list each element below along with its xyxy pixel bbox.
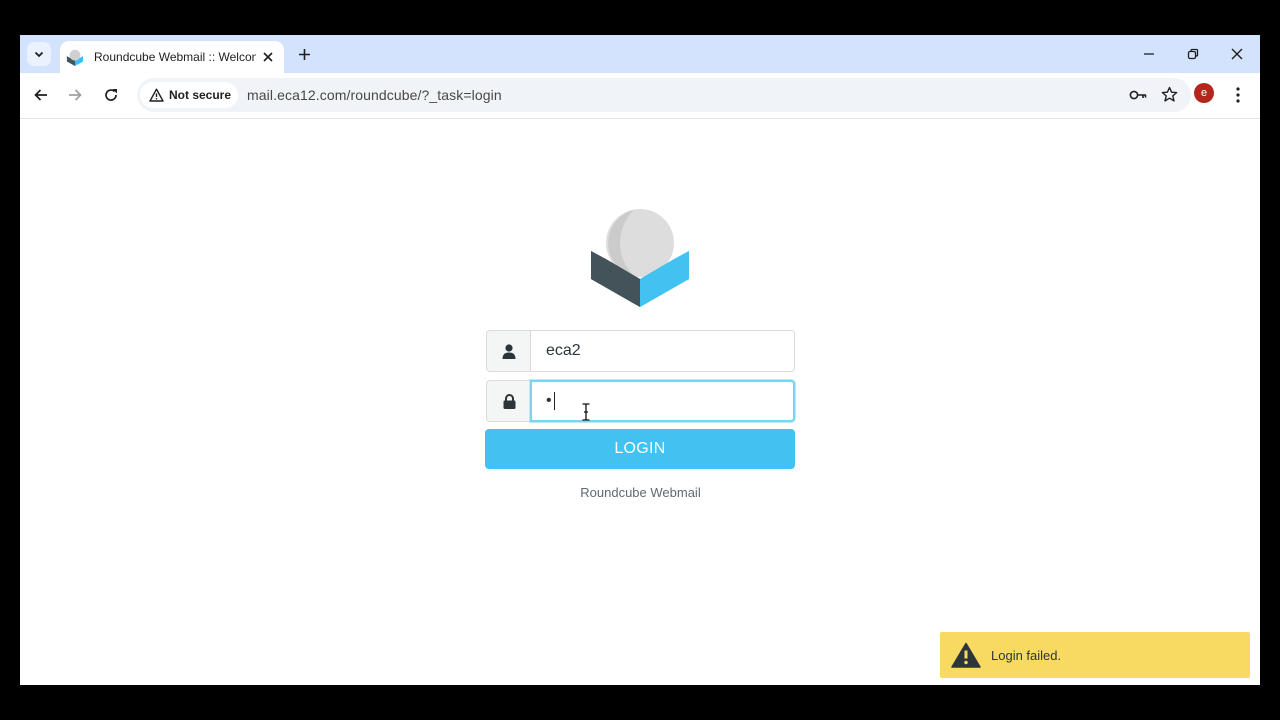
close-window-button[interactable] xyxy=(1226,43,1248,65)
chevron-down-icon xyxy=(34,51,44,58)
profile-avatar[interactable]: e xyxy=(1194,83,1214,103)
restore-button[interactable] xyxy=(1182,43,1204,65)
text-cursor-icon xyxy=(582,403,590,421)
tab-search-button[interactable] xyxy=(27,42,51,66)
user-icon xyxy=(502,343,516,359)
back-button[interactable] xyxy=(30,84,52,106)
password-input[interactable]: • xyxy=(530,380,795,422)
warning-icon xyxy=(149,88,164,102)
tab-title: Roundcube Webmail :: Welcome xyxy=(94,50,256,64)
security-label: Not secure xyxy=(169,88,232,102)
username-input[interactable]: eca2 xyxy=(530,330,795,372)
arrow-right-icon xyxy=(69,89,82,101)
username-field: eca2 xyxy=(486,330,795,372)
login-button[interactable]: LOGIN xyxy=(485,429,795,469)
error-notification[interactable]: Login failed. xyxy=(940,632,1250,678)
username-addon xyxy=(486,330,531,372)
address-bar[interactable]: Not secure mail.eca12.com/roundcube/?_ta… xyxy=(137,78,1191,112)
new-tab-button[interactable] xyxy=(294,44,314,64)
security-indicator[interactable]: Not secure xyxy=(140,82,239,108)
roundcube-favicon-icon xyxy=(66,49,84,66)
lock-icon xyxy=(503,393,515,409)
text-caret xyxy=(553,392,555,410)
tab-close-icon[interactable] xyxy=(260,49,276,65)
tab-roundcube[interactable]: Roundcube Webmail :: Welcome xyxy=(60,41,284,73)
warning-icon xyxy=(951,642,981,668)
url-text: mail.eca12.com/roundcube/?_task=login xyxy=(247,87,502,103)
browser-window: Roundcube Webmail :: Welcome Not secure … xyxy=(20,35,1260,685)
reload-button[interactable] xyxy=(100,84,122,106)
bookmark-star-icon[interactable] xyxy=(1161,86,1178,103)
key-icon[interactable] xyxy=(1129,87,1147,103)
reload-icon xyxy=(105,89,117,101)
more-vert-icon xyxy=(1236,87,1240,103)
minimize-button[interactable] xyxy=(1138,43,1160,65)
product-name: Roundcube Webmail xyxy=(580,485,701,500)
roundcube-logo xyxy=(591,209,689,307)
browser-toolbar: Not secure mail.eca12.com/roundcube/?_ta… xyxy=(20,73,1260,119)
password-mask: • xyxy=(546,392,552,409)
plus-icon xyxy=(298,48,310,60)
tab-strip: Roundcube Webmail :: Welcome xyxy=(20,35,1260,73)
forward-button[interactable] xyxy=(64,84,86,106)
close-icon xyxy=(1231,48,1243,60)
password-addon xyxy=(486,380,531,422)
minimize-icon xyxy=(1144,53,1154,55)
notification-message: Login failed. xyxy=(991,647,1062,663)
restore-icon xyxy=(1187,48,1199,60)
password-field: • xyxy=(486,380,795,422)
browser-menu-button[interactable] xyxy=(1228,84,1248,106)
arrow-left-icon xyxy=(34,89,47,101)
